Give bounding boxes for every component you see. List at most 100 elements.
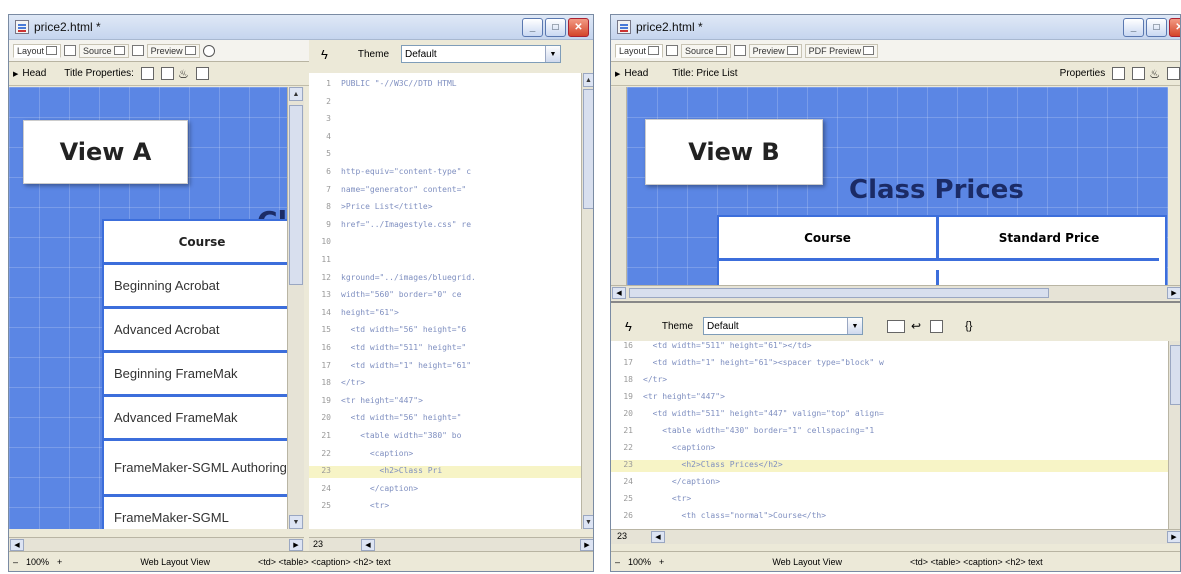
scroll-thumb[interactable] <box>1170 345 1180 405</box>
code-line[interactable]: 3 <box>309 114 581 126</box>
minimize-button[interactable]: _ <box>522 17 543 37</box>
code-line[interactable]: 20 <td width="511" height="447" valign="… <box>611 409 1168 421</box>
scroll-left-arrow[interactable]: ◀ <box>361 539 375 551</box>
code-line[interactable]: 17 <td width="1" height="61"><spacer typ… <box>611 358 1168 370</box>
theme-select[interactable]: Default ▼ <box>401 45 562 63</box>
code-line[interactable]: 7 name="generator" content=" <box>309 185 581 197</box>
zoom-out-icon[interactable]: – <box>13 557 18 567</box>
scroll-down-arrow[interactable]: ▼ <box>583 515 593 529</box>
code-line[interactable]: 5 <box>309 149 581 161</box>
layout-pane[interactable]: View A Cl Course Beginning Acrobat Advan… <box>9 87 287 529</box>
layout-horizontal-scrollbar[interactable]: ◀ ▶ <box>9 537 304 552</box>
chevron-down-icon[interactable]: ▼ <box>847 318 863 334</box>
code-line[interactable]: 16 <td width="511" height=" <box>309 343 581 355</box>
code-line[interactable]: 1 PUBLIC "-//W3C//DTD HTML <box>309 79 581 91</box>
scroll-left-arrow[interactable]: ◀ <box>10 539 24 551</box>
tag-breadcrumb[interactable]: <td> <table> <caption> <h2> text <box>258 557 391 567</box>
title-bar[interactable]: price2.html * _ □ ✕ <box>9 15 593 40</box>
code-line[interactable]: 6 http-equiv="content-type" c <box>309 167 581 179</box>
code-line[interactable]: 18 </tr> <box>611 375 1168 387</box>
html-icon[interactable] <box>1167 67 1180 80</box>
tab-layout[interactable]: Layout <box>13 43 62 58</box>
layout-pane[interactable]: View B Class Prices Course Standard Pric… <box>627 87 1168 285</box>
tag-breadcrumb[interactable]: <td> <table> <caption> <h2> text <box>910 557 1043 567</box>
expand-triangle-icon[interactable]: ▶ <box>13 70 18 78</box>
split-icon[interactable] <box>1132 67 1146 80</box>
scroll-right-arrow[interactable]: ▶ <box>580 539 593 551</box>
zoom-in-icon[interactable]: + <box>57 557 62 567</box>
line-numbers-icon[interactable] <box>930 319 944 333</box>
code-line[interactable]: 10 <box>309 237 581 249</box>
zoom-out-icon[interactable]: – <box>615 557 620 567</box>
table-cell-course[interactable]: Beginning Acrobat <box>719 270 939 285</box>
code-line[interactable]: 18 </tr> <box>309 378 581 390</box>
expand-triangle-icon[interactable]: ▶ <box>615 70 620 78</box>
code-horizontal-scrollbar[interactable]: 23 ◀ ▶ <box>611 529 1180 544</box>
html-icon[interactable] <box>195 67 209 80</box>
maximize-button[interactable]: □ <box>545 17 566 37</box>
split-source-icon[interactable] <box>131 45 144 56</box>
layout-vertical-scrollbar[interactable]: ▲ ▼ <box>287 87 304 529</box>
code-line[interactable]: 24 </caption> <box>611 477 1168 489</box>
tab-pdf-preview[interactable]: PDF Preview <box>804 43 879 58</box>
code-line[interactable]: 24 </caption> <box>309 484 581 496</box>
properties-icon[interactable] <box>140 67 154 80</box>
code-line[interactable]: 25 <tr> <box>309 501 581 513</box>
code-line[interactable]: 16 <td width="511" height="61"></td> <box>611 341 1168 353</box>
code-line[interactable]: 4 <box>309 132 581 144</box>
close-button[interactable]: ✕ <box>1169 17 1180 37</box>
head-label[interactable]: Head <box>22 68 46 79</box>
chevron-down-icon[interactable]: ▼ <box>545 46 561 62</box>
tab-preview[interactable]: Preview <box>748 43 802 58</box>
code-line[interactable]: 23 <h2>Class Pri <box>309 466 581 479</box>
table-row[interactable]: Beginning FrameMak <box>104 353 287 397</box>
scroll-up-arrow[interactable]: ▲ <box>289 87 303 101</box>
table-row[interactable]: Advanced Acrobat <box>104 309 287 353</box>
close-button[interactable]: ✕ <box>568 17 589 37</box>
head-label[interactable]: Head <box>624 68 648 79</box>
code-line[interactable]: 13 width="560" border="0" ce <box>309 290 581 302</box>
zoom-level[interactable]: 100% <box>26 557 49 567</box>
code-line[interactable]: 22 <caption> <box>309 449 581 461</box>
script-icon[interactable]: ♨ <box>178 67 189 81</box>
code-line[interactable]: 19 <tr height="447"> <box>611 392 1168 404</box>
code-line[interactable]: 22 <caption> <box>611 443 1168 455</box>
code-line[interactable]: 2 <box>309 97 581 109</box>
code-line[interactable]: 12 kground="../images/bluegrid. <box>309 273 581 285</box>
scroll-right-arrow[interactable]: ▶ <box>1167 531 1180 543</box>
maximize-button[interactable]: □ <box>1146 17 1167 37</box>
table-row[interactable]: Advanced FrameMak <box>104 397 287 441</box>
scroll-right-arrow[interactable]: ▶ <box>1167 287 1180 299</box>
scroll-left-arrow[interactable]: ◀ <box>651 531 665 543</box>
scroll-right-arrow[interactable]: ▶ <box>289 539 303 551</box>
split-icon[interactable] <box>160 67 174 80</box>
table-cell-price[interactable]: $595 <box>939 270 1159 286</box>
tab-layout[interactable]: Layout <box>615 43 664 58</box>
code-line[interactable]: 14 height="61"> <box>309 308 581 320</box>
braces-icon[interactable]: {} <box>965 320 972 332</box>
code-line[interactable]: 26 <th class="normal">Course</th> <box>611 511 1168 523</box>
script-icon[interactable]: ♨ <box>1149 67 1160 81</box>
code-vertical-scrollbar[interactable]: ▲ ▼ <box>581 73 593 529</box>
code-line[interactable]: 8 >Price List</title> <box>309 202 581 214</box>
scroll-left-arrow[interactable]: ◀ <box>612 287 626 299</box>
code-line[interactable]: 15 <td width="56" height="6 <box>309 325 581 337</box>
scroll-thumb[interactable] <box>629 288 1049 298</box>
split-source-icon[interactable] <box>733 45 746 56</box>
table-row[interactable]: Beginning Acrobat <box>104 265 287 309</box>
table-row[interactable]: FrameMaker-SGML <box>104 497 287 529</box>
browser-icon[interactable] <box>202 44 215 57</box>
zoom-in-icon[interactable]: + <box>659 557 664 567</box>
code-line[interactable]: 23 <h2>Class Prices</h2> <box>611 460 1168 472</box>
code-line[interactable]: 11 <box>309 255 581 267</box>
pane-splitter[interactable] <box>611 301 1180 303</box>
scroll-down-arrow[interactable]: ▼ <box>289 515 303 529</box>
layout-horizontal-scrollbar[interactable]: ◀ ▶ <box>611 285 1180 300</box>
properties-icon[interactable] <box>1112 67 1126 80</box>
minimize-button[interactable]: _ <box>1123 17 1144 37</box>
code-line[interactable]: 17 <td width="1" height="61" <box>309 361 581 373</box>
scroll-up-arrow[interactable]: ▲ <box>583 73 593 87</box>
title-bar[interactable]: price2.html * _ □ ✕ <box>611 15 1180 40</box>
scroll-thumb[interactable] <box>289 105 303 285</box>
split-view-icon[interactable] <box>666 45 679 56</box>
